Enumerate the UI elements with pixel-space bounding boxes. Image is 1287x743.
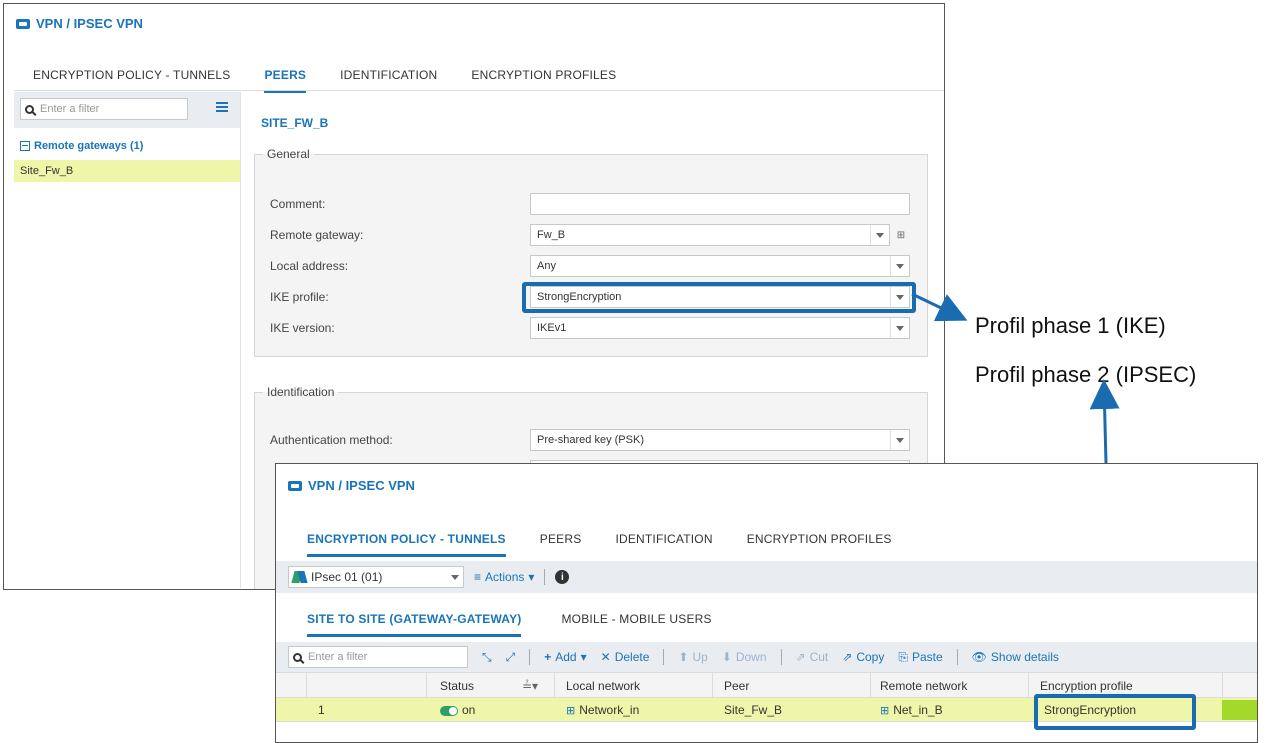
tab-site-to-site[interactable]: SITE TO SITE (GATEWAY-GATEWAY) [307, 612, 522, 637]
local-address-select[interactable]: Any [530, 255, 910, 277]
search-icon [25, 104, 34, 114]
toggle-icon [440, 705, 458, 716]
tab-encryption-profiles[interactable]: ENCRYPTION PROFILES [747, 532, 892, 557]
remote-gateway-select[interactable]: Fw_B [530, 224, 890, 246]
rules-filter[interactable] [288, 646, 468, 668]
status-toggle[interactable]: on [440, 703, 475, 717]
vpn-icon [288, 480, 302, 491]
add-button[interactable]: + Add ▾ [544, 650, 586, 664]
down-button[interactable]: ⬇ Down [722, 650, 767, 664]
remote-gateway-row: Remote gateway: Fw_B ⊞ [270, 224, 910, 246]
policy-select[interactable]: IPsec 01 (01) [288, 566, 464, 588]
main-tabs: ENCRYPTION POLICY - TUNNELS PEERS IDENTI… [307, 532, 926, 557]
tab-divider [14, 90, 944, 91]
collapse-icon[interactable] [20, 141, 30, 151]
column-encryption-profile[interactable]: Encryption profile [1040, 679, 1133, 693]
tree-item-site-fw-b[interactable]: Site_Fw_B [14, 160, 240, 182]
ike-version-select[interactable]: IKEv1 [530, 317, 910, 339]
menu-icon: ≡ [474, 570, 482, 584]
info-icon[interactable]: i [555, 570, 570, 584]
search-input[interactable] [38, 102, 177, 116]
chevron-down-icon[interactable] [890, 430, 909, 450]
copy-button[interactable]: ⇗ Copy [842, 650, 884, 664]
tab-mobile-users[interactable]: MOBILE - MOBILE USERS [561, 612, 711, 637]
sort-icon[interactable]: ≟▾ [522, 679, 538, 693]
rules-toolbar: ⤡ ⤢ + Add ▾ ✕ Delete ⬆ Up ⬇ Down ⇗ Cut ⇗… [276, 642, 1257, 672]
sidebar: Remote gateways (1) Site_Fw_B [14, 92, 241, 588]
auth-method-select[interactable]: Pre-shared key (PSK) [530, 429, 910, 451]
network-icon: ⊞ [880, 705, 890, 717]
encryption-policy-window: VPN / IPSEC VPN ENCRYPTION POLICY - TUNN… [275, 463, 1258, 743]
chevron-down-icon[interactable] [890, 318, 909, 338]
tree-group-remote-gateways[interactable]: Remote gateways (1) [20, 140, 143, 152]
row-status-bar [1222, 700, 1257, 720]
up-button[interactable]: ⬆ Up [678, 650, 707, 664]
column-peer[interactable]: Peer [724, 679, 749, 693]
chevron-down-icon: ▾ [528, 570, 535, 584]
comment-row: Comment: [270, 193, 910, 215]
chevron-down-icon[interactable] [890, 256, 909, 276]
tab-identification[interactable]: IDENTIFICATION [615, 532, 712, 557]
chevron-down-icon[interactable] [870, 225, 889, 245]
search-icon [293, 652, 302, 662]
tab-peers[interactable]: PEERS [540, 532, 582, 557]
local-network-cell[interactable]: ⊞ Network_in [566, 703, 639, 717]
auth-method-row: Authentication method: Pre-shared key (P… [270, 429, 910, 451]
tab-encryption-policy[interactable]: ENCRYPTION POLICY - TUNNELS [307, 532, 506, 557]
column-remote-network[interactable]: Remote network [880, 679, 967, 693]
window-title: VPN / IPSEC VPN [16, 16, 143, 31]
window-title: VPN / IPSEC VPN [288, 478, 415, 493]
collapse-all-icon[interactable]: ⤡ [482, 650, 492, 665]
comment-field[interactable] [530, 193, 910, 215]
show-details-button[interactable]: 👁 Show details [972, 650, 1059, 664]
peer-title: SITE_FW_B [261, 116, 329, 130]
network-icon: ⊞ [566, 705, 576, 717]
search-input[interactable] [306, 650, 445, 664]
local-address-row: Local address: Any [270, 255, 910, 277]
sidebar-filter-bar [14, 92, 240, 128]
peer-cell[interactable]: Site_Fw_B [724, 703, 782, 717]
sub-tabs: SITE TO SITE (GATEWAY-GATEWAY) MOBILE - … [307, 612, 746, 637]
ipsec-icon [293, 571, 307, 583]
add-object-icon[interactable]: ⊞ [892, 224, 910, 246]
remote-network-cell[interactable]: ⊞ Net_in_B [880, 703, 943, 717]
sidebar-filter[interactable] [20, 98, 188, 120]
annotation-phase1: Profil phase 1 (IKE) [975, 313, 1166, 338]
encryption-profile-callout [1034, 694, 1196, 730]
rule-number: 1 [318, 703, 325, 717]
cut-button[interactable]: ⇗ Cut [796, 650, 829, 664]
chevron-down-icon[interactable] [451, 575, 459, 584]
actions-menu[interactable]: ≡ Actions ▾ [474, 570, 534, 584]
column-local-network[interactable]: Local network [566, 679, 640, 693]
delete-button[interactable]: ✕ Delete [601, 650, 650, 664]
annotation-phase2: Profil phase 2 (IPSEC) [975, 362, 1197, 387]
ike-version-row: IKE version: IKEv1 [270, 317, 910, 339]
column-status[interactable]: Status [440, 679, 474, 693]
vpn-icon [16, 18, 30, 29]
menu-icon[interactable] [216, 102, 228, 112]
paste-button[interactable]: ⎘ Paste [898, 650, 942, 665]
expand-all-icon[interactable]: ⤢ [506, 650, 516, 665]
policy-toolbar: IPsec 01 (01) ≡ Actions ▾ i [276, 561, 1257, 593]
ike-profile-callout [522, 282, 916, 313]
